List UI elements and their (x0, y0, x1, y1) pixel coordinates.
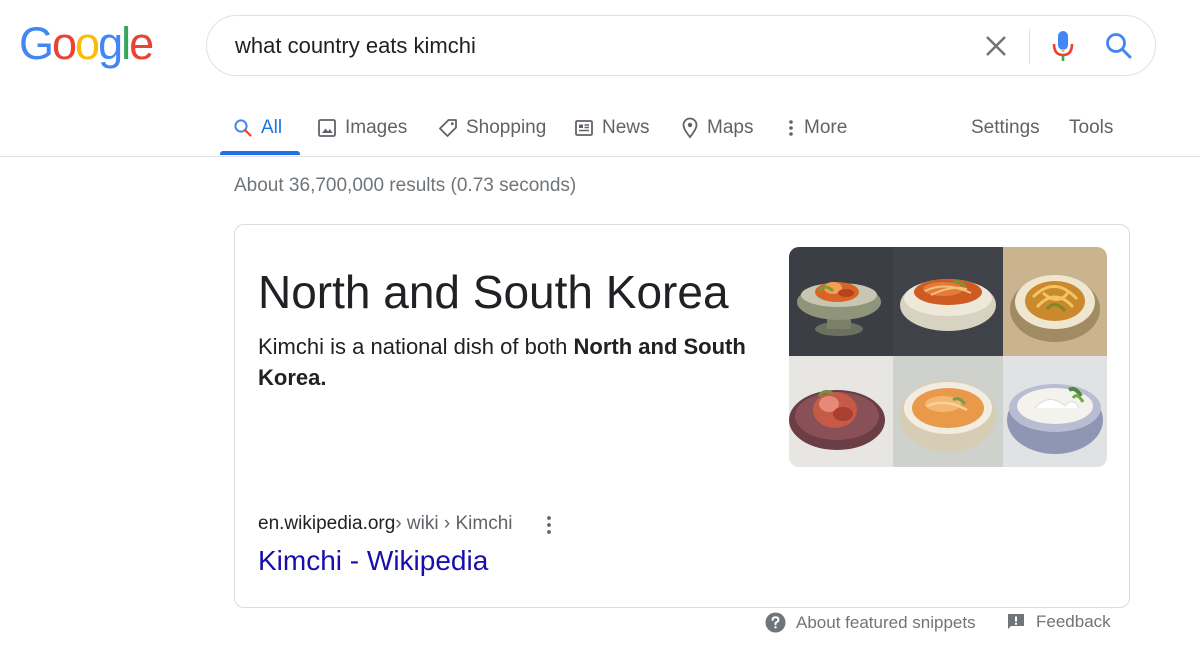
help-icon (765, 612, 786, 633)
search-box (206, 15, 1156, 76)
image-gallery[interactable] (789, 247, 1107, 467)
tools-label: Tools (1069, 117, 1114, 138)
logo-letter: e (129, 18, 154, 69)
tab-more[interactable]: More (786, 100, 847, 156)
tab-label: Shopping (466, 117, 547, 138)
kimchi-image[interactable] (893, 356, 1003, 467)
vertical-dots-icon (547, 516, 551, 534)
logo-letter: G (19, 18, 54, 69)
feedback-icon (1008, 614, 1024, 629)
result-title-link[interactable]: Kimchi - Wikipedia (258, 545, 488, 577)
kimchi-image[interactable] (789, 356, 893, 467)
kimchi-bowl-image (789, 247, 893, 356)
newspaper-icon (575, 120, 593, 136)
tab-shopping[interactable]: Shopping (438, 100, 546, 156)
search-tabs: All Images Shopping News Maps More Setti… (0, 100, 1200, 157)
mic-icon (1052, 31, 1074, 61)
close-icon (986, 36, 1006, 56)
tab-images[interactable]: Images (317, 100, 407, 156)
snippet-text: Kimchi is a national dish of both North … (258, 331, 758, 393)
vertical-dots-icon (789, 120, 793, 136)
kimchi-bowl-image (1003, 247, 1107, 356)
featured-snippet-card: North and South Korea Kimchi is a nation… (234, 224, 1130, 608)
tab-label: More (804, 117, 848, 138)
image-icon (318, 119, 336, 137)
kimchi-image[interactable] (1003, 247, 1107, 356)
kimchi-image[interactable] (1003, 356, 1107, 467)
logo-letter: o (52, 18, 77, 69)
search-icon (234, 119, 252, 137)
logo-letter: o (75, 18, 100, 69)
snippet-prefix: Kimchi is a national dish of both (258, 334, 574, 359)
tab-news[interactable]: News (574, 100, 650, 156)
tab-all[interactable]: All (233, 100, 282, 156)
kimchi-image[interactable] (893, 247, 1003, 356)
voice-search-button[interactable] (1049, 29, 1077, 63)
settings-label: Settings (971, 117, 1040, 138)
google-logo[interactable]: Google (19, 18, 154, 70)
settings-link[interactable]: Settings (971, 100, 1040, 156)
logo-letter: l (121, 18, 131, 69)
logo-letter: g (98, 18, 123, 69)
about-featured-snippets-link[interactable]: About featured snippets (765, 612, 976, 633)
tab-maps[interactable]: Maps (681, 100, 753, 156)
search-icon (1106, 33, 1132, 59)
search-input[interactable] (235, 16, 955, 75)
kimchi-image[interactable] (789, 247, 893, 356)
kimchi-bowl-image (893, 356, 1003, 467)
tag-icon (439, 119, 457, 137)
feedback-label: Feedback (1036, 612, 1111, 631)
result-url[interactable]: en.wikipedia.org › wiki › Kimchi (258, 513, 512, 535)
active-tab-indicator (220, 151, 300, 155)
tab-label: Maps (707, 117, 754, 138)
tab-label: News (602, 117, 650, 138)
result-breadcrumb: › wiki › Kimchi (395, 513, 513, 534)
tools-link[interactable]: Tools (1069, 100, 1113, 156)
map-pin-icon (682, 117, 698, 139)
kimchi-bowl-image (789, 356, 893, 467)
search-divider (1029, 29, 1030, 64)
feedback-link[interactable]: Feedback (1006, 612, 1111, 632)
kimchi-bowl-image (1003, 356, 1107, 467)
result-domain: en.wikipedia.org (258, 513, 396, 534)
kimchi-bowl-image (893, 247, 1003, 356)
about-snippets-label: About featured snippets (796, 612, 976, 632)
clear-button[interactable] (983, 32, 1009, 60)
featured-answer: North and South Korea (258, 266, 729, 318)
result-options-button[interactable] (543, 514, 555, 536)
tab-label: All (261, 117, 283, 138)
result-stats: About 36,700,000 results (0.73 seconds) (234, 175, 577, 196)
search-button[interactable] (1103, 30, 1135, 62)
tab-label: Images (345, 117, 408, 138)
